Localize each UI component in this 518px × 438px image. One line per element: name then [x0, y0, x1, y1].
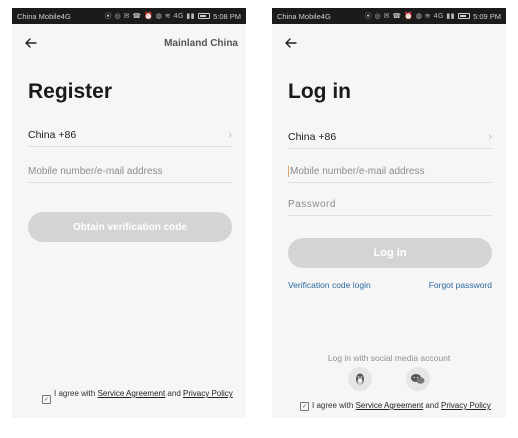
- qq-login-button[interactable]: [348, 367, 372, 391]
- login-button[interactable]: Log in: [288, 238, 492, 268]
- region-selector[interactable]: Mainland China: [164, 38, 238, 49]
- account-field-row: [288, 160, 492, 183]
- arrow-left-icon[interactable]: [24, 36, 38, 50]
- verification-code-login-link[interactable]: Verification code login: [288, 280, 371, 290]
- carrier-label: China Mobile4G: [277, 11, 331, 21]
- privacy-policy-link[interactable]: Privacy Policy: [441, 401, 491, 410]
- wechat-icon: [411, 374, 425, 384]
- status-bar: China Mobile4G ⦿ ◎ ✉ ☎ ⏰ ◍ ≋ 4G ▮▮ 5:08 …: [12, 8, 246, 24]
- service-agreement-link[interactable]: Service Agreement: [356, 401, 424, 410]
- register-screen: China Mobile4G ⦿ ◎ ✉ ☎ ⏰ ◍ ≋ 4G ▮▮ 5:08 …: [12, 8, 246, 418]
- qq-penguin-icon: [356, 373, 364, 385]
- account-input[interactable]: [289, 165, 492, 177]
- chevron-right-icon: ›: [488, 131, 492, 143]
- account-field-row: [28, 160, 232, 183]
- service-agreement-link[interactable]: Service Agreement: [98, 389, 166, 398]
- status-icons: ⦿ ◎ ✉ ☎ ⏰ ◍ ≋ 4G ▮▮: [364, 13, 456, 20]
- wechat-login-button[interactable]: [406, 367, 430, 391]
- clock: 5:08 PM: [213, 11, 241, 21]
- obtain-verification-code-button[interactable]: Obtain verification code: [28, 212, 232, 242]
- checkbox-checked-icon[interactable]: ✓: [300, 402, 309, 411]
- agreement-text: I agree with Service Agreement and Priva…: [54, 389, 233, 398]
- status-bar: China Mobile4G ⦿ ◎ ✉ ☎ ⏰ ◍ ≋ 4G ▮▮ 5:09 …: [272, 8, 506, 24]
- login-screen: China Mobile4G ⦿ ◎ ✉ ☎ ⏰ ◍ ≋ 4G ▮▮ 5:09 …: [272, 8, 506, 418]
- text-cursor: [288, 165, 289, 177]
- country-code-label: China +86: [28, 129, 77, 141]
- privacy-policy-link[interactable]: Privacy Policy: [183, 389, 233, 398]
- country-code-selector[interactable]: China +86 ›: [28, 124, 232, 147]
- carrier-label: China Mobile4G: [17, 11, 71, 21]
- country-code-label: China +86: [288, 131, 337, 143]
- status-icons: ⦿ ◎ ✉ ☎ ⏰ ◍ ≋ 4G ▮▮: [104, 13, 196, 20]
- account-input[interactable]: [28, 165, 232, 177]
- arrow-left-icon[interactable]: [284, 36, 298, 50]
- social-login-label: Log in with social media account: [327, 353, 451, 363]
- clock: 5:09 PM: [473, 11, 501, 21]
- page-title: Log in: [288, 80, 351, 103]
- chevron-right-icon: ›: [228, 129, 232, 141]
- battery-icon: [198, 13, 211, 19]
- checkbox-checked-icon[interactable]: ✓: [42, 395, 51, 404]
- country-code-selector[interactable]: China +86 ›: [288, 126, 492, 149]
- battery-icon: [458, 13, 471, 19]
- page-title: Register: [28, 80, 113, 103]
- password-field-row: [288, 193, 492, 216]
- agreement-text: I agree with Service Agreement and Priva…: [312, 401, 491, 410]
- forgot-password-link[interactable]: Forgot password: [429, 280, 492, 290]
- password-input[interactable]: [288, 198, 492, 210]
